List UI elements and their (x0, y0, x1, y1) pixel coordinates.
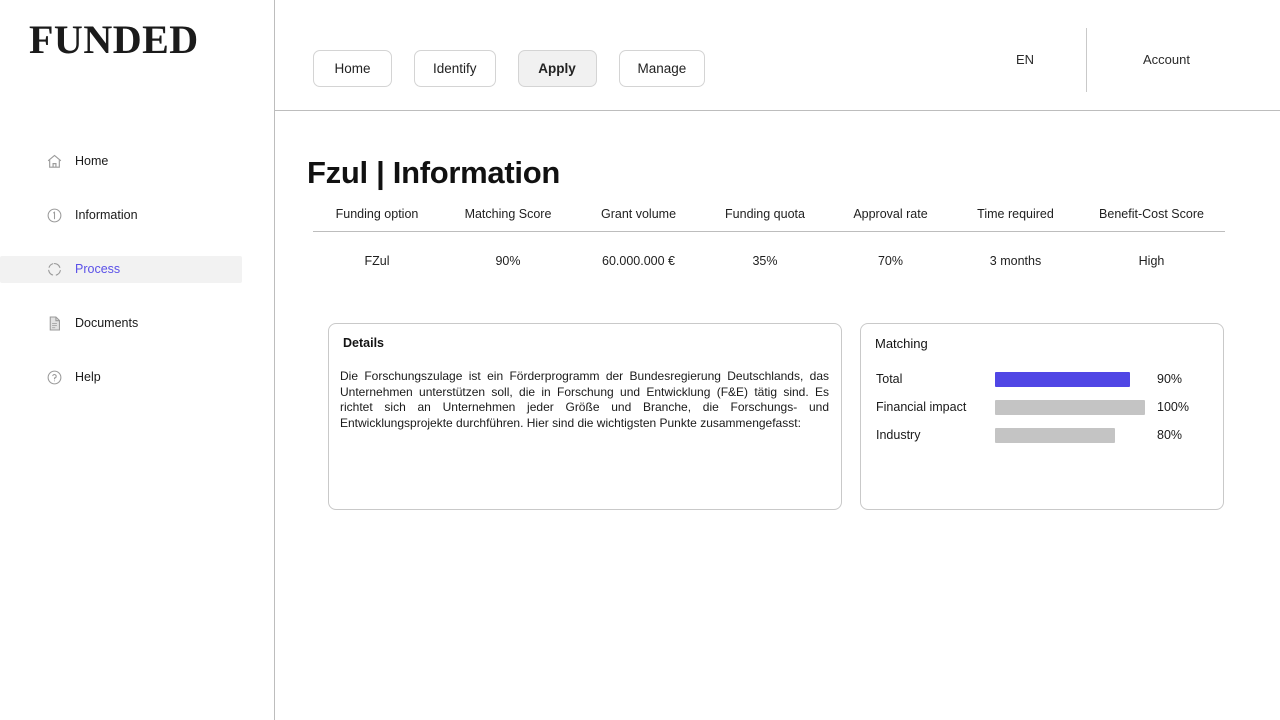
sidebar-nav: Home Information Process Documents Help (0, 148, 275, 391)
table-row[interactable]: FZul 90% 60.000.000 € 35% 70% 3 months H… (313, 232, 1225, 268)
matching-row-label: Industry (876, 428, 921, 442)
table-cell-matching-score: 90% (495, 254, 521, 268)
sidebar-item-home[interactable]: Home (0, 148, 275, 175)
nav-gap (0, 283, 275, 310)
sidebar: FUNDED Home Information Process Document… (0, 0, 275, 720)
matching-bar-track (995, 427, 1145, 443)
matching-bar-fill (995, 371, 1130, 387)
table-cell-funding-quota: 35% (752, 254, 778, 268)
nav-button-manage[interactable]: Manage (618, 50, 706, 87)
details-card-body: Die Forschungszulage ist ein Förderprogr… (340, 369, 829, 430)
table-cell-funding-option: FZul (364, 254, 390, 268)
language-selector[interactable]: EN (1016, 52, 1034, 67)
sidebar-item-process[interactable]: Process (0, 256, 242, 283)
matching-row-financial-impact: Financial impact 100% (876, 393, 1216, 421)
table-header-cell: Time required (977, 207, 1054, 221)
table-header-cell: Funding option (335, 207, 419, 221)
matching-bar-fill (995, 399, 1145, 415)
page-title: Fzul | Information (307, 155, 560, 190)
nav-button-identify[interactable]: Identify (414, 50, 496, 87)
sidebar-item-label: Documents (75, 316, 139, 330)
matching-rows: Total 90% Financial impact 100% Industry (876, 365, 1216, 449)
sidebar-item-documents[interactable]: Documents (0, 310, 275, 337)
matching-card-title: Matching (875, 336, 928, 351)
table-cell-approval-rate: 70% (877, 254, 904, 268)
matching-row-value: 100% (1157, 400, 1189, 414)
primary-nav: Home Identify Apply Manage (313, 50, 706, 87)
sidebar-item-help[interactable]: Help (0, 364, 275, 391)
main-content: Fzul | Information Funding option Matchi… (275, 111, 1280, 720)
table-header-cell: Matching Score (464, 207, 552, 221)
details-card-title: Details (343, 336, 384, 350)
sidebar-item-information[interactable]: Information (0, 202, 275, 229)
account-menu[interactable]: Account (1143, 52, 1190, 67)
table-header-cell: Grant volume (600, 207, 677, 221)
nav-gap (0, 175, 275, 202)
matching-bar-track (995, 371, 1145, 387)
nav-button-home[interactable]: Home (313, 50, 392, 87)
funding-options-table: Funding option Matching Score Grant volu… (313, 207, 1225, 268)
matching-bar-track (995, 399, 1145, 415)
matching-row-value: 90% (1157, 372, 1183, 386)
header-right-cluster: EN Account (980, 0, 1280, 111)
top-header: Home Identify Apply Manage EN Account (275, 0, 1280, 111)
question-circle-icon (45, 369, 63, 387)
matching-row-total: Total 90% (876, 365, 1216, 393)
details-card: Details Die Forschungszulage ist ein För… (328, 323, 842, 510)
sidebar-item-label: Information (75, 208, 138, 222)
nav-gap (0, 337, 275, 364)
document-icon (45, 315, 63, 333)
matching-row-industry: Industry 80% (876, 421, 1216, 449)
process-circle-icon (45, 261, 63, 279)
sidebar-item-label: Process (75, 262, 121, 276)
matching-bar-fill (995, 427, 1115, 443)
table-header-row: Funding option Matching Score Grant volu… (313, 207, 1225, 232)
table-cell-grant-volume: 60.000.000 € (602, 254, 675, 268)
table-header-cell: Funding quota (725, 207, 805, 221)
app-root: FUNDED Home Information Process Document… (0, 0, 1280, 720)
table-header-cell: Benefit-Cost Score (1099, 207, 1204, 221)
header-divider (1086, 28, 1087, 92)
info-circle-icon (45, 207, 63, 225)
home-icon (45, 153, 63, 171)
table-cell-benefit-cost-score: High (1138, 254, 1165, 268)
sidebar-item-label: Home (75, 154, 109, 168)
matching-row-label: Total (876, 372, 903, 386)
sidebar-item-label: Help (75, 370, 101, 384)
table-header-cell: Approval rate (853, 207, 928, 221)
brand-logo: FUNDED (29, 17, 199, 62)
nav-gap (0, 229, 275, 256)
table-cell-time-required: 3 months (989, 254, 1042, 268)
matching-row-label: Financial impact (876, 400, 967, 414)
matching-row-value: 80% (1157, 428, 1183, 442)
nav-button-apply[interactable]: Apply (517, 50, 597, 87)
matching-card: Matching Total 90% Financial impact 100% (860, 323, 1224, 510)
